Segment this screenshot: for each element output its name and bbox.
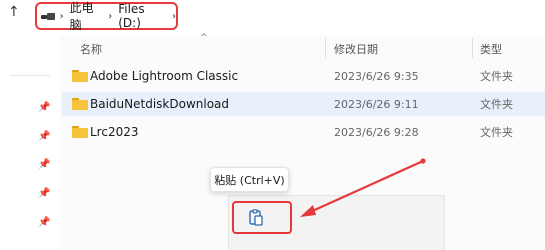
annotation-arrow xyxy=(300,158,426,217)
